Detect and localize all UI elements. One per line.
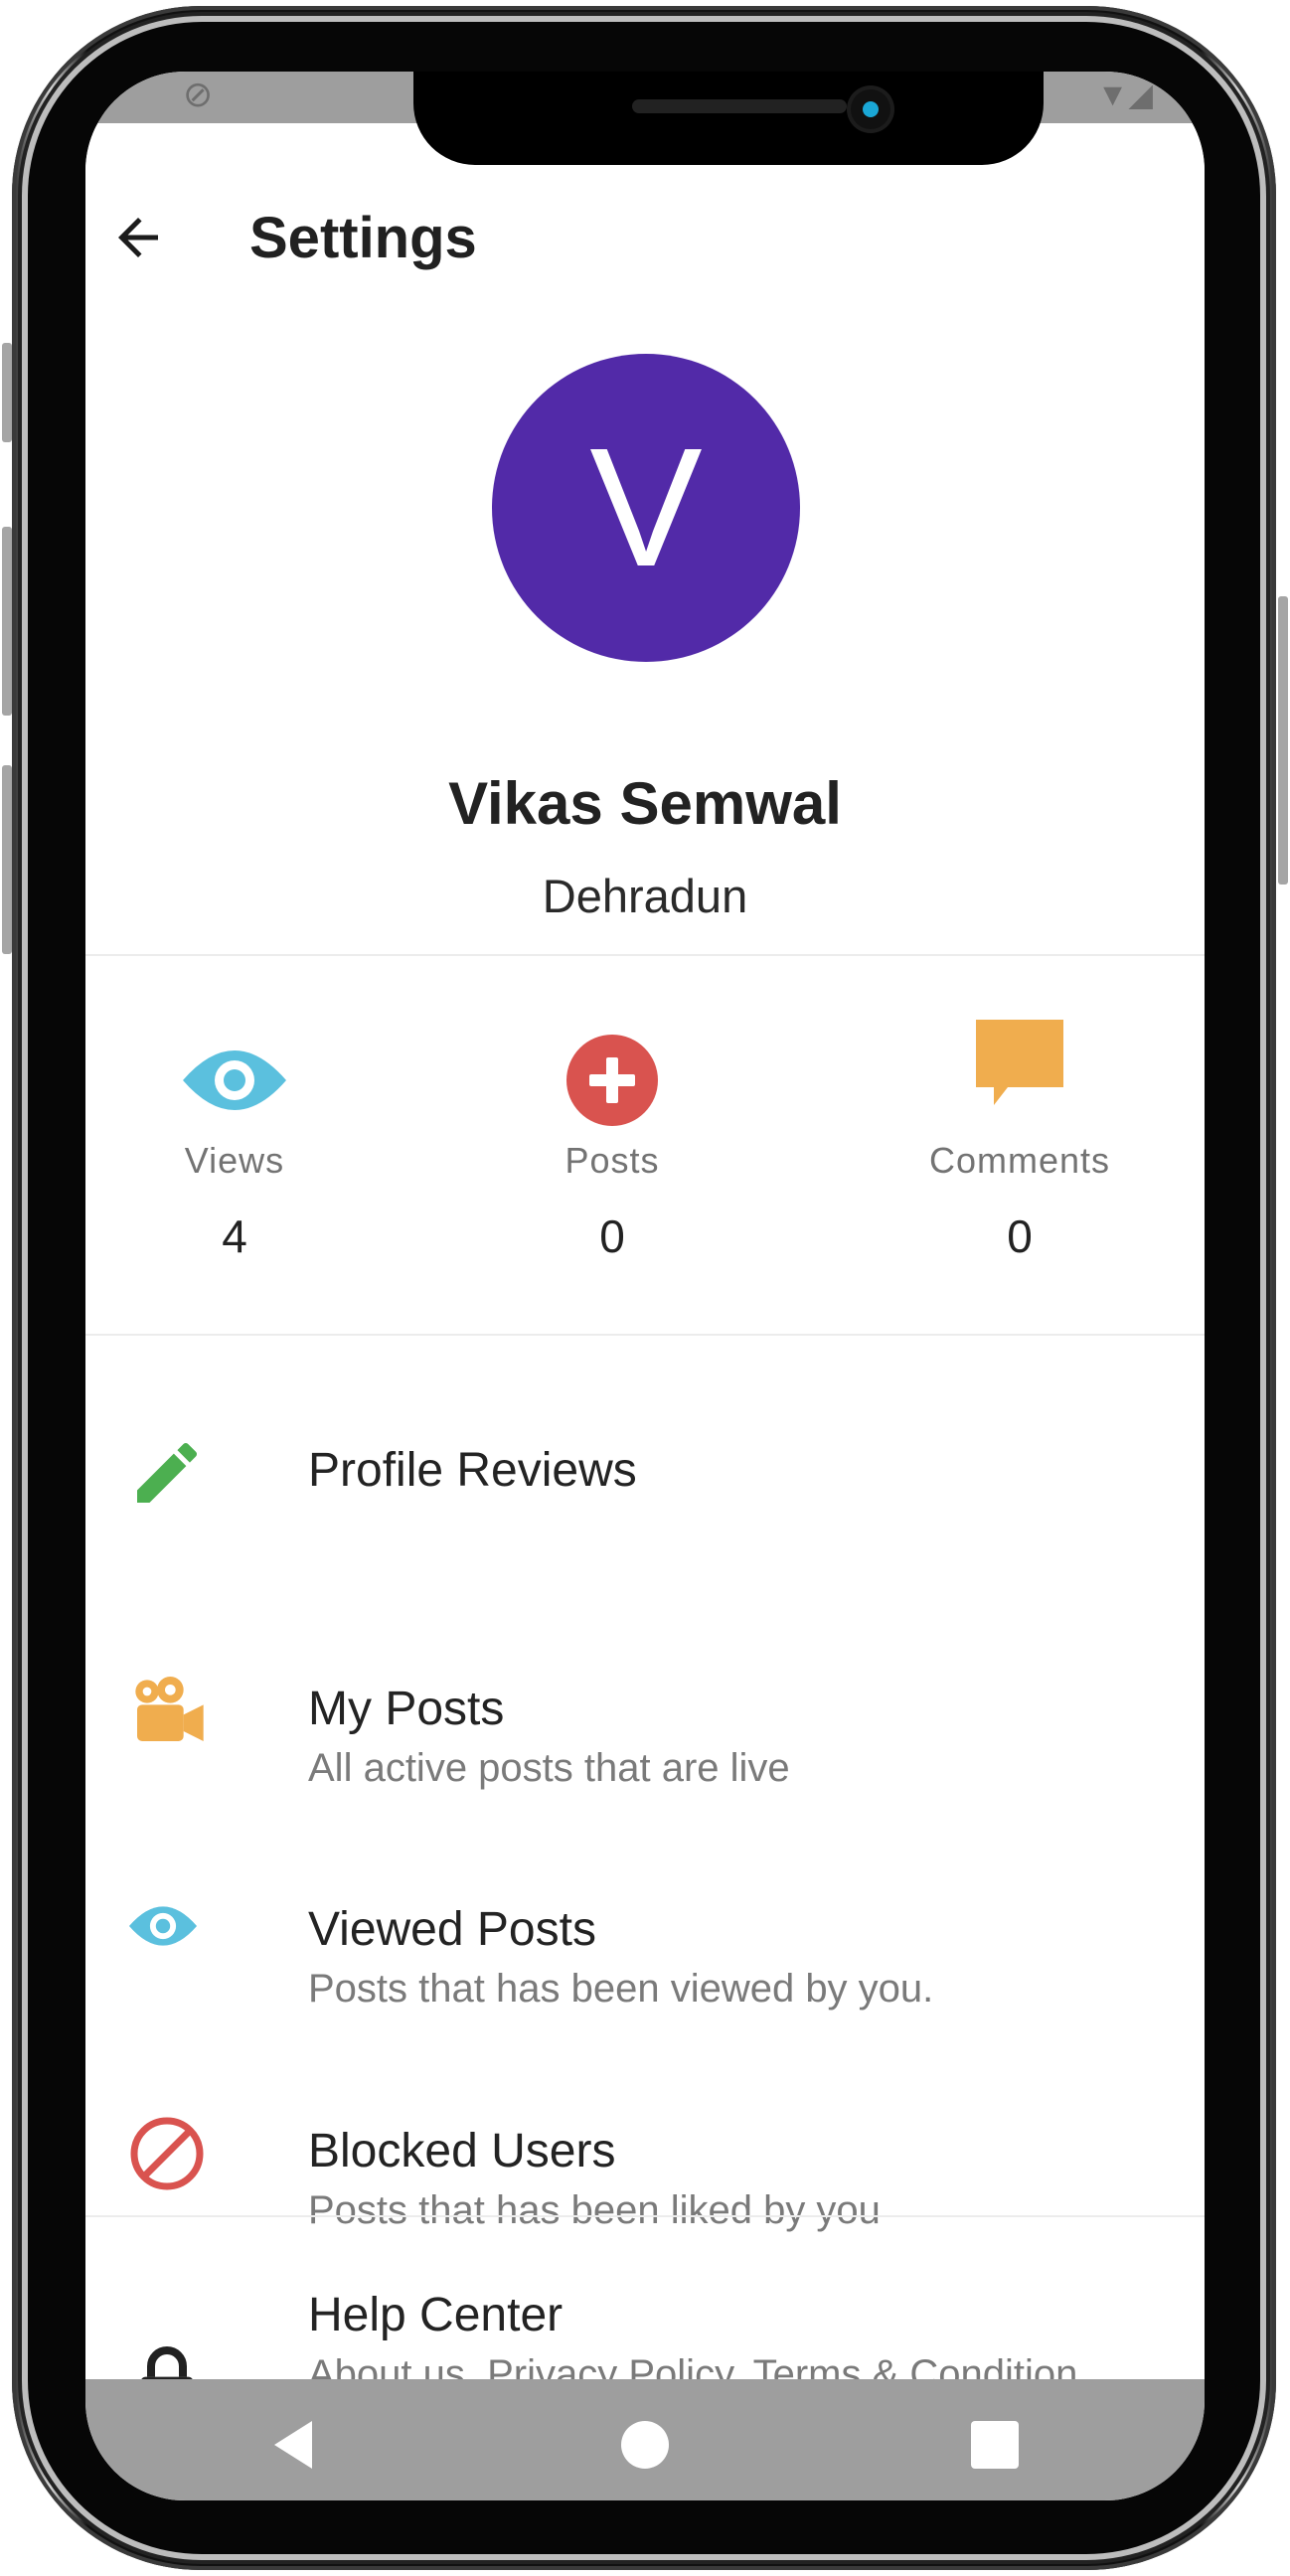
divider: [85, 2215, 1205, 2217]
menu-item-title: Viewed Posts: [308, 1903, 596, 1956]
front-camera: [851, 89, 890, 129]
menu-item-subtitle: All active posts that are live: [308, 1746, 790, 1790]
stat-value: 0: [1007, 1210, 1033, 1262]
side-button: [2, 343, 12, 442]
side-button: [2, 765, 12, 954]
speaker: [632, 99, 847, 113]
menu-item-viewed-posts[interactable]: Viewed Posts Posts that has been viewed …: [85, 1831, 1205, 2019]
side-button: [2, 527, 12, 716]
avatar[interactable]: V: [492, 354, 800, 662]
stat-comments[interactable]: Comments 0: [910, 1020, 1129, 1262]
profile-header: V Vikas Semwal Dehradun: [85, 292, 1205, 1026]
stat-label: Posts: [564, 1140, 660, 1181]
nav-back-icon[interactable]: [264, 2415, 324, 2475]
nav-recents-icon[interactable]: [965, 2415, 1025, 2475]
profile-name: Vikas Semwal: [448, 770, 842, 837]
stat-views[interactable]: Views 4: [155, 1041, 314, 1262]
power-button: [1278, 596, 1288, 885]
ban-icon: [130, 2117, 204, 2190]
notch: [413, 72, 1044, 165]
arrow-left-icon[interactable]: [93, 193, 183, 282]
menu-item-title: My Posts: [308, 1683, 505, 1735]
signal-icon: ▼◢: [1096, 77, 1153, 112]
eye-icon: [183, 1050, 286, 1110]
stat-label: Comments: [928, 1140, 1111, 1181]
menu-item-my-posts[interactable]: My Posts All active posts that are live: [85, 1612, 1205, 1801]
menu-item-title: Profile Reviews: [308, 1444, 637, 1497]
plus-circle-icon: [566, 1035, 658, 1126]
menu-item-profile-reviews[interactable]: Profile Reviews: [85, 1433, 1205, 1582]
divider: [85, 1334, 1205, 1336]
stat-value: 0: [599, 1210, 625, 1262]
video-camera-icon: [135, 1677, 204, 1741]
system-navigation-bar: [85, 2379, 1205, 2500]
menu-item-title: Help Center: [308, 2289, 564, 2341]
menu-item-title: Blocked Users: [308, 2125, 616, 2177]
stat-value: 4: [222, 1210, 247, 1262]
screen: ⊘ ▼◢ Settings V Vikas Semwal Dehradun Vi…: [85, 72, 1205, 2500]
comment-icon: [976, 1020, 1063, 1105]
sync-off-icon: ⊘: [183, 74, 214, 114]
pencil-icon: [137, 1442, 198, 1503]
page-title: Settings: [249, 206, 477, 270]
menu-item-subtitle: Posts that has been viewed by you.: [308, 1967, 934, 2011]
profile-city: Dehradun: [542, 870, 748, 922]
nav-home-icon[interactable]: [615, 2415, 675, 2475]
eye-icon: [128, 1906, 198, 1946]
menu-item-subtitle: Posts that has been liked by you: [308, 2188, 881, 2232]
stat-label: Views: [184, 1140, 285, 1181]
stat-posts[interactable]: Posts 0: [533, 1035, 692, 1262]
divider: [85, 954, 1205, 956]
